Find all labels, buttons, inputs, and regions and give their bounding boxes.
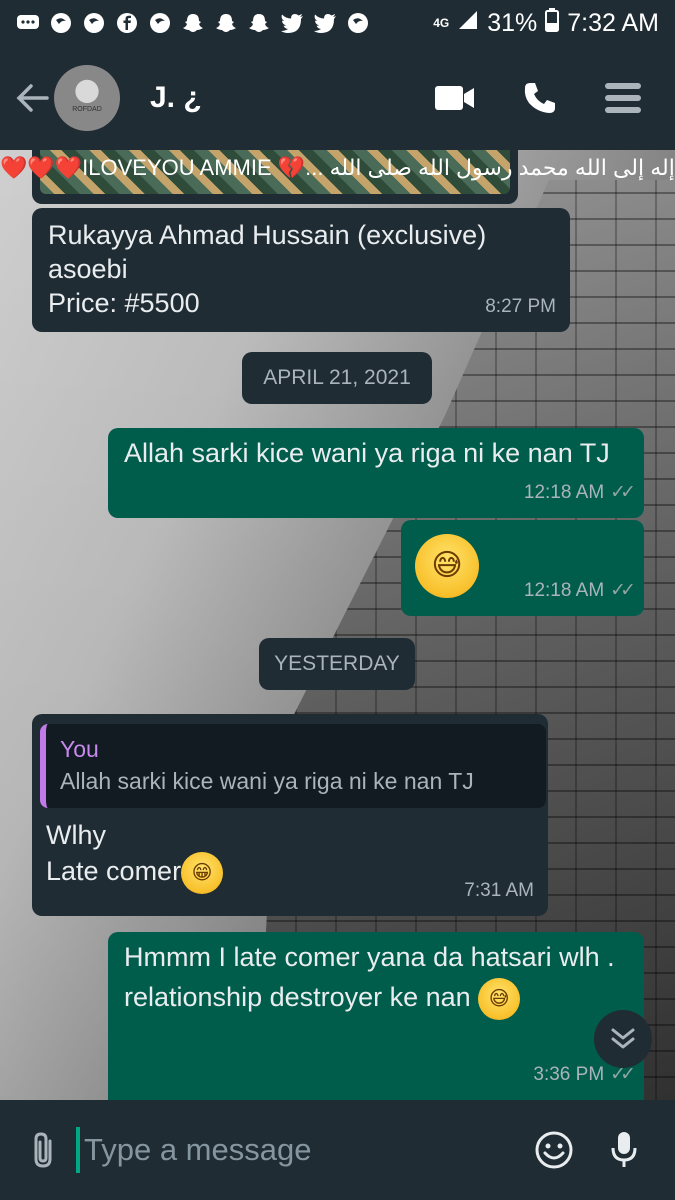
message-input[interactable] [84,1125,504,1175]
avatar-text: ROFDAD [72,106,102,113]
text-cursor [76,1127,80,1173]
read-ticks-icon: ✓✓ [610,482,636,503]
app-icon [49,11,73,35]
sweat-smile-emoji-icon: 😅 [415,534,479,598]
app-icon [148,11,172,35]
app-icon [346,11,370,35]
grin-emoji-icon: 😁 [181,852,224,894]
message-line: Rukayya Ahmad Hussain (exclusive) [48,220,487,250]
quoted-message[interactable]: You Allah sarki kice wani ya riga ni ke … [40,724,546,808]
message-line: relationship destroyer ke nan [124,982,471,1013]
message-text: Allah sarki kice wani ya riga ni ke nan … [124,438,610,468]
snapchat-icon [247,11,271,35]
battery-percent: 31% [487,8,538,37]
double-chevron-down-icon [611,1028,635,1049]
notification-icons [16,11,370,35]
message-bubble-incoming[interactable]: Rukayya Ahmad Hussain (exclusive) asoebi… [32,208,570,332]
snapchat-icon [214,11,238,35]
voice-call-icon[interactable] [523,81,557,115]
status-bar: 4G 31% 7:32 AM [0,0,675,46]
twitter-icon [280,11,304,35]
message-time: 7:31 AM [464,880,534,901]
emoji-picker-icon[interactable] [532,1128,576,1172]
menu-icon[interactable] [605,81,641,115]
avatar[interactable]: ROFDAD [54,65,120,131]
video-call-icon[interactable] [435,85,475,111]
chat-header: ROFDAD J. ¿ [0,46,675,150]
snapchat-icon [181,11,205,35]
message-line: Hmmm I late comer yana da hatsari wlh . [124,942,615,972]
quoted-sender: You [60,736,99,762]
facebook-icon [115,11,139,35]
quoted-text: Allah sarki kice wani ya riga ni ke nan … [60,768,474,794]
system-status: 4G 31% 7:32 AM [433,7,659,39]
status-text: ❤️❤️❤️ILOVEYOU AMMIE 💔... لاإله إلى الله… [0,155,675,180]
date-separator: YESTERDAY [259,638,415,690]
microphone-icon[interactable] [602,1128,646,1172]
message-bubble-outgoing[interactable]: Hmmm I late comer yana da hatsari wlh . … [108,932,644,1100]
message-line: Wlhy [46,820,106,850]
attach-paperclip-icon[interactable] [24,1130,64,1170]
network-label: 4G [433,16,450,30]
sweat-smile-emoji-icon: 😅 [478,978,521,1020]
app-icon [82,11,106,35]
twitter-icon [313,11,337,35]
message-line: asoebi [48,254,128,284]
contact-name[interactable]: J. ¿ [150,81,202,115]
clock: 7:32 AM [567,8,659,37]
scroll-to-bottom-button[interactable] [594,1010,652,1068]
date-separator: APRIL 21, 2021 [242,352,432,404]
message-time: 8:27 PM [485,296,556,317]
message-line: Price: #5500 [48,288,200,318]
message-bubble-incoming[interactable]: You Allah sarki kice wani ya riga ni ke … [32,714,548,916]
message-bubble-outgoing[interactable]: 😅 12:18 AM ✓✓ [401,520,644,616]
chat-area[interactable]: ❤️❤️❤️ILOVEYOU AMMIE 💔... لاإله إلى الله… [0,150,675,1100]
message-composer [0,1100,675,1200]
signal-icon [457,9,479,38]
back-arrow-icon[interactable] [12,78,52,118]
battery-icon [545,7,560,39]
message-time: 12:18 AM ✓✓ [524,476,636,510]
message-line: Late comer [46,856,182,887]
read-ticks-icon: ✓✓ [610,580,636,601]
message-time: 12:18 AM ✓✓ [524,574,636,608]
message-icon [16,11,40,35]
message-bubble-outgoing[interactable]: Allah sarki kice wani ya riga ni ke nan … [108,428,644,518]
